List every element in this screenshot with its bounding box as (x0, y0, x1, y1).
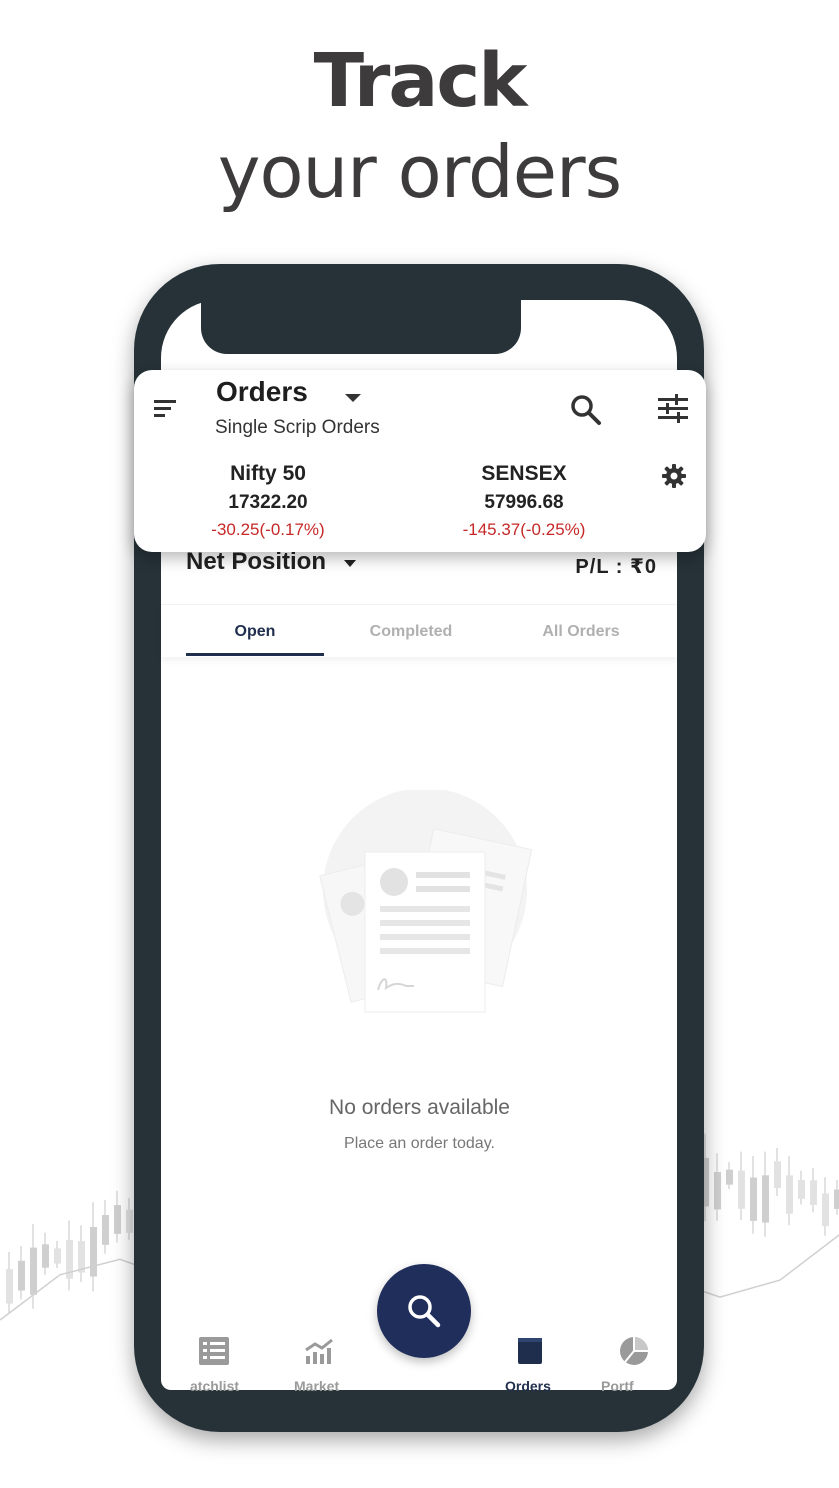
search-icon[interactable] (570, 394, 602, 426)
nav-orders-label[interactable]: Orders (505, 1378, 551, 1394)
promo-subtitle: your orders (217, 130, 622, 214)
net-position-label: Net Position (186, 548, 327, 575)
page-title[interactable]: Orders (216, 376, 308, 408)
nav-portfolio-label[interactable]: Portf (601, 1378, 634, 1394)
index-name-nifty: Nifty 50 (230, 462, 306, 485)
background-candle (834, 1189, 839, 1209)
index-value-sensex: 57996.68 (484, 492, 564, 513)
menu-icon[interactable] (154, 398, 176, 420)
background-candle (714, 1172, 721, 1210)
background-candle (42, 1244, 49, 1268)
phone-notch (201, 300, 521, 354)
background-candle (810, 1180, 817, 1205)
tab-open[interactable]: Open (186, 623, 324, 641)
list-icon[interactable] (199, 1337, 229, 1365)
empty-orders-illustration (319, 790, 533, 1013)
background-candle (786, 1175, 793, 1214)
background-candle (774, 1161, 781, 1189)
index-change-nifty: -30.25(-0.17%) (211, 520, 325, 539)
index-change-sensex: -145.37(-0.25%) (462, 520, 586, 539)
active-tab-indicator (186, 653, 324, 656)
index-name-sensex: SENSEX (481, 462, 567, 485)
trend-icon[interactable] (304, 1338, 336, 1364)
background-candle (726, 1169, 733, 1185)
background-candle (750, 1177, 757, 1221)
index-value-nifty: 17322.20 (228, 492, 308, 513)
book-icon[interactable] (516, 1336, 544, 1366)
background-candle (126, 1209, 133, 1233)
background-candle (114, 1205, 121, 1234)
pie-chart-icon[interactable] (619, 1336, 649, 1366)
background-candle (54, 1248, 61, 1264)
background-candle (18, 1260, 25, 1291)
empty-state-title: No orders available (329, 1096, 510, 1119)
promo-title: Track (313, 38, 528, 124)
page-subtitle: Single Scrip Orders (215, 417, 380, 438)
pl-value: P/L : ₹0 (575, 556, 657, 578)
background-candle (762, 1175, 769, 1223)
nav-market-label[interactable]: Market (294, 1378, 339, 1394)
tab-completed[interactable]: Completed (341, 623, 481, 641)
background-candle (798, 1180, 805, 1199)
nav-watchlist-label[interactable]: atchlist (190, 1378, 239, 1394)
chevron-down-icon (343, 560, 356, 567)
background-candle (6, 1269, 13, 1304)
background-candle (30, 1247, 37, 1295)
chevron-down-icon[interactable] (344, 392, 362, 404)
background-candle (102, 1215, 109, 1245)
orders-header-card: Orders Single Scrip Orders Nifty 50 1732… (134, 370, 706, 552)
search-icon (408, 1295, 441, 1328)
filter-sliders-icon[interactable] (658, 394, 688, 424)
search-fab-button[interactable] (377, 1264, 471, 1358)
gear-icon[interactable] (662, 464, 686, 488)
background-candle (90, 1227, 97, 1277)
net-position-dropdown[interactable]: Net Position (186, 548, 359, 576)
background-candle (822, 1193, 829, 1227)
empty-state-subtitle: Place an order today. (344, 1135, 495, 1152)
tab-all-orders[interactable]: All Orders (511, 623, 651, 641)
order-tabs: Open Completed All Orders (161, 604, 677, 657)
background-candle (738, 1170, 745, 1209)
